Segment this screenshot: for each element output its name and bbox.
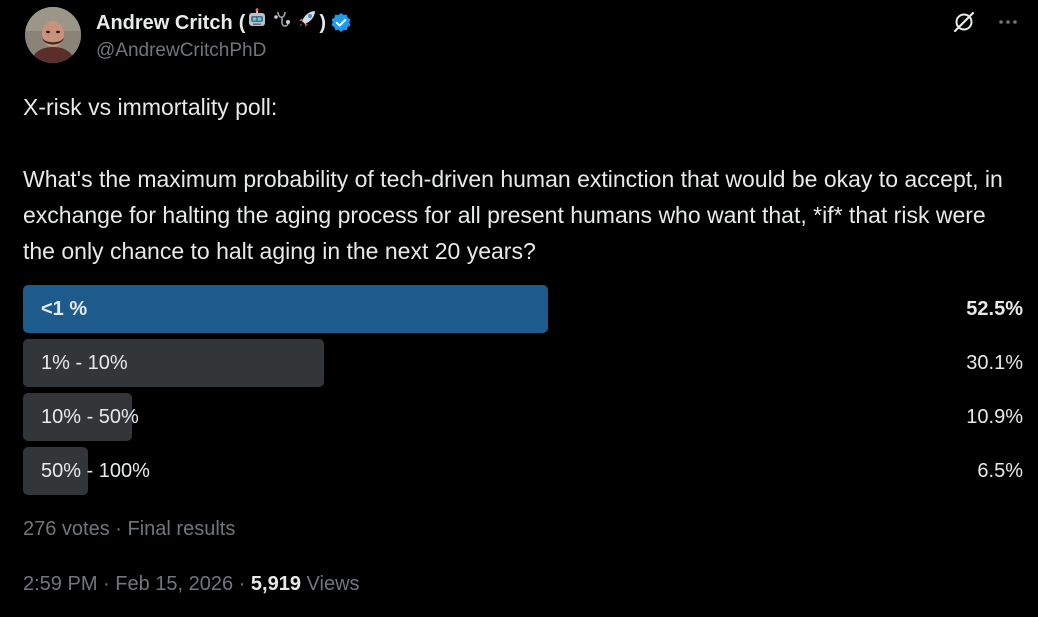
tweet-text-line1: X-risk vs immortality poll:	[23, 94, 278, 120]
author-handle[interactable]: @AndrewCritchPhD	[96, 39, 266, 63]
name-emojis	[246, 8, 318, 37]
poll-option-percent: 6.5%	[977, 460, 1023, 482]
tweet-meta: 2:59 PM · Feb 15, 2026 · 5,919 Views	[23, 570, 360, 598]
views-label: Views	[300, 573, 360, 595]
poll-option: 1% - 10% 30.1%	[23, 339, 1023, 387]
poll-option-label: <1 %	[41, 298, 88, 320]
display-name-text: Andrew Critch	[96, 11, 233, 34]
tweet-date[interactable]: Feb 15, 2026	[115, 573, 233, 595]
poll-option: <1 % 52.5%	[23, 285, 1023, 333]
poll-option-percent: 52.5%	[966, 298, 1023, 320]
poll: <1 % 52.5% 1% - 10% 30.1% 10% - 50% 10.9…	[23, 285, 1023, 501]
meta-separator: ·	[233, 573, 251, 595]
poll-option-percent: 10.9%	[966, 406, 1023, 428]
author-avatar[interactable]	[25, 7, 81, 63]
poll-status: Final results	[127, 518, 236, 540]
poll-votes: 276 votes	[23, 518, 110, 540]
rocket-icon	[296, 8, 318, 37]
poll-option-label: 50% - 100%	[41, 460, 150, 482]
poll-separator: ·	[109, 518, 128, 540]
meta-separator: ·	[97, 573, 116, 595]
poll-bar	[23, 285, 548, 333]
tweet-top-actions	[950, 8, 1022, 36]
tweet-text-line2: What's the maximum probability of tech-d…	[23, 166, 1003, 264]
verified-badge-icon[interactable]	[330, 12, 352, 34]
name-paren-close: )	[319, 11, 327, 34]
grok-icon[interactable]	[950, 8, 978, 36]
poll-option-percent: 30.1%	[966, 352, 1023, 374]
stethoscope-icon	[271, 8, 293, 37]
tweet-text: X-risk vs immortality poll: What's the m…	[23, 89, 1023, 269]
poll-option: 50% - 100% 6.5%	[23, 447, 1023, 495]
poll-option-label: 1% - 10%	[41, 352, 128, 374]
poll-option-label: 10% - 50%	[41, 406, 139, 428]
poll-summary: 276 votes · Final results	[23, 515, 235, 543]
robot-face-icon	[246, 8, 268, 37]
views-count[interactable]: 5,919	[251, 573, 301, 595]
tweet-time[interactable]: 2:59 PM	[23, 573, 97, 595]
poll-option: 10% - 50% 10.9%	[23, 393, 1023, 441]
author-display-name[interactable]: Andrew Critch ()	[96, 8, 352, 37]
more-icon[interactable]	[994, 8, 1022, 36]
name-paren-open: (	[238, 11, 246, 34]
